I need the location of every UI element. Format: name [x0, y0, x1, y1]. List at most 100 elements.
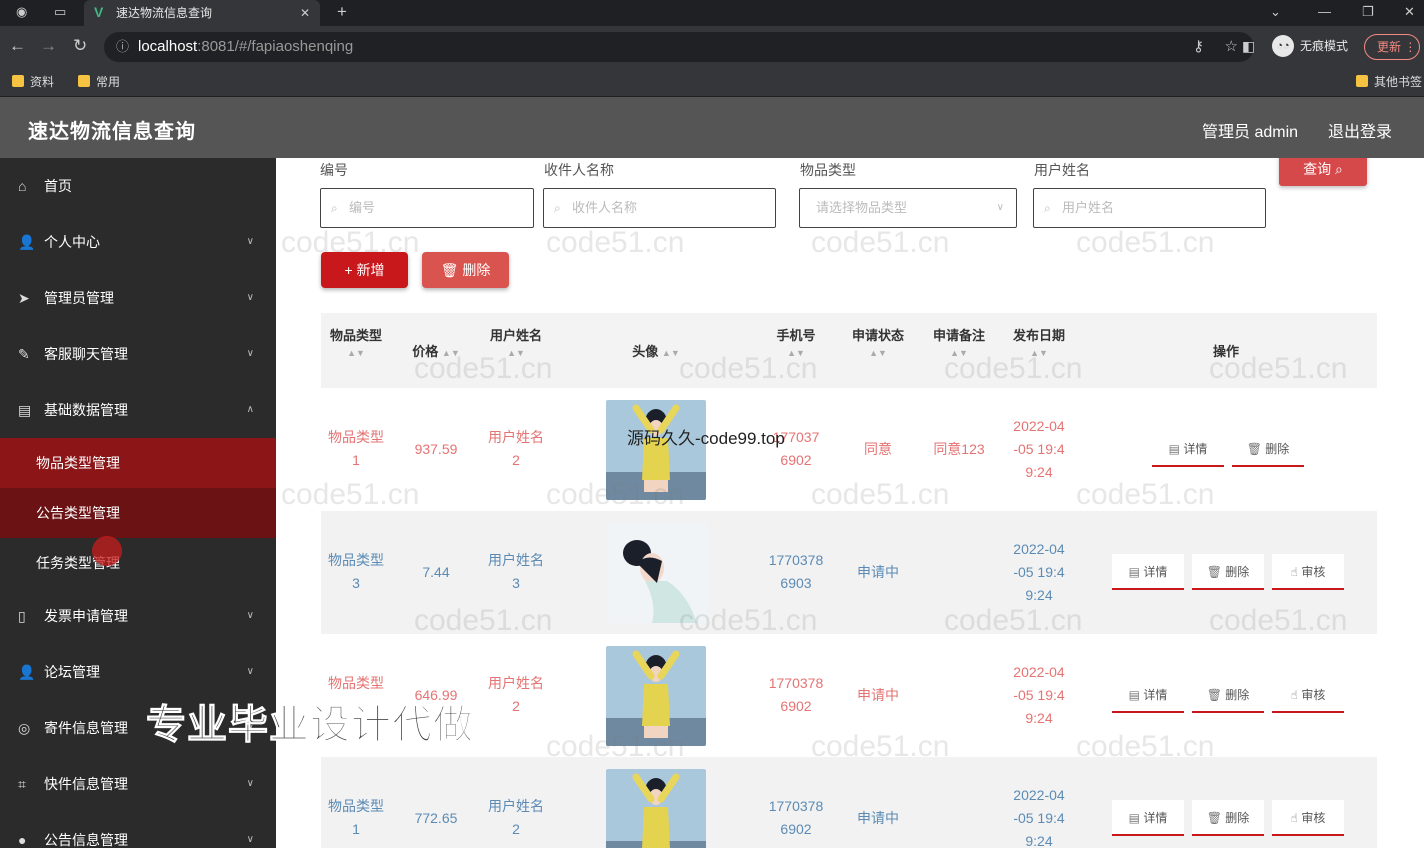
trash-icon: 🗑	[1206, 811, 1222, 825]
review-button[interactable]: ☝ 审核	[1272, 800, 1344, 836]
incognito-icon: ◔◔	[1272, 35, 1294, 57]
sidepanel-icon[interactable]: ◧	[1242, 38, 1255, 55]
close-window-icon[interactable]: ✕	[1404, 4, 1415, 20]
window-icon[interactable]: ▭	[54, 4, 66, 20]
col-remark[interactable]: 申请备注 ▲▼	[924, 325, 994, 359]
sidebar-item-label: 基础数据管理	[44, 402, 128, 418]
browser-tab[interactable]: V 速达物流信息查询 ✕	[84, 0, 320, 26]
sidebar-item-home[interactable]: ⌂ 首页	[0, 158, 276, 214]
home-icon: ⌂	[18, 178, 27, 194]
username-input[interactable]: ⌕ 用户姓名	[1033, 188, 1266, 228]
sidebar-item-invoice[interactable]: ▯ 发票申请管理 ∨	[0, 588, 276, 644]
id-input[interactable]: ⌕ 编号	[320, 188, 534, 228]
back-icon[interactable]: ←	[9, 36, 26, 56]
col-avatar[interactable]: 头像 ▲▼	[621, 341, 691, 360]
table-row: 物品类型 3 7.44 用户姓名 3 1770378 6903 申请中 2022-04 -05 …	[321, 511, 1377, 634]
search-icon: ⌕	[331, 201, 338, 215]
incognito-indicator[interactable]: ◔◔ 无痕模式	[1272, 35, 1348, 57]
star-icon[interactable]: ☆	[1225, 32, 1238, 62]
url-input[interactable]: ⓘ localhost:8081/#/fapiaoshenqing ⚷ ☆	[104, 32, 1254, 62]
sidebar-item-label: 个人中心	[44, 234, 100, 250]
op-label: 详情	[1143, 565, 1168, 579]
key-icon[interactable]: ⚷	[1193, 32, 1204, 62]
sidebar-item-notice[interactable]: ● 公告信息管理 ∨	[0, 812, 276, 868]
detail-button[interactable]: ▤ 详情	[1152, 431, 1224, 467]
cell-date: 2022-04 -05 19:4 9:24	[1013, 418, 1065, 480]
user-icon: 👤	[18, 664, 36, 680]
sidebar-subitem-task-type[interactable]: 任务类型管理	[0, 538, 276, 588]
pin-icon: ●	[18, 832, 27, 848]
delete-button[interactable]: 🗑 删除	[422, 252, 509, 288]
cell-phone: 1770378 6902	[768, 798, 824, 837]
cell-username: 用户姓名 3	[488, 552, 544, 591]
col-operations: 操作	[1212, 344, 1239, 359]
sort-icon: ▲▼	[507, 348, 525, 358]
col-status[interactable]: 申请状态 ▲▼	[843, 325, 913, 359]
bookmark-folder-1[interactable]: 常用	[78, 75, 120, 89]
review-button[interactable]: ☝ 审核	[1272, 554, 1344, 590]
op-label: 删除	[1225, 565, 1250, 579]
sidebar-item-personal[interactable]: 👤 个人中心 ∨	[0, 214, 276, 270]
query-button[interactable]: 查询 ⌕	[1279, 158, 1367, 186]
info-icon[interactable]: ⓘ	[116, 32, 129, 62]
other-bookmarks[interactable]: 其他书签	[1356, 75, 1422, 89]
globe-icon[interactable]: ◉	[16, 4, 27, 20]
update-button[interactable]: 更新 ⋮	[1364, 34, 1420, 60]
col-date[interactable]: 发布日期 ▲▼	[1004, 325, 1074, 359]
row-delete-button[interactable]: 🗑 删除	[1192, 800, 1264, 836]
detail-button[interactable]: ▤ 详情	[1112, 677, 1184, 713]
logout-button[interactable]: 退出登录	[1328, 118, 1392, 142]
avatar	[607, 523, 707, 623]
detail-icon: ▤	[1128, 688, 1140, 702]
trash-icon: 🗑	[1246, 442, 1262, 456]
op-label: 审核	[1301, 811, 1326, 825]
col-goods-type[interactable]: 物品类型 ▲▼	[326, 325, 386, 359]
cell-username: 用户姓名 2	[488, 675, 544, 714]
sidebar-subitem-goods-type[interactable]: 物品类型管理	[0, 438, 276, 488]
goods-type-select[interactable]: 请选择物品类型 ∨	[799, 188, 1017, 228]
overlay-watermark-text: 源码久久-code99.top	[627, 429, 785, 448]
sidebar-item-express[interactable]: ⌗ 快件信息管理 ∨	[0, 756, 276, 812]
add-button[interactable]: + 新增	[321, 252, 408, 288]
app-header: 速达物流信息查询 管理员 admin 退出登录	[0, 97, 1424, 158]
sort-icon: ▲▼	[787, 348, 805, 358]
tab-close-icon[interactable]: ✕	[300, 0, 310, 26]
detail-icon: ▤	[1128, 565, 1140, 579]
sidebar-item-label: 首页	[44, 178, 72, 194]
watermark: code51.cn	[546, 226, 685, 259]
cell-price: 772.65	[414, 810, 458, 826]
detail-button[interactable]: ▤ 详情	[1112, 800, 1184, 836]
bookmark-folder-0[interactable]: 资料	[12, 75, 54, 89]
cell-status: 申请中	[857, 564, 899, 580]
chevron-down-icon: ∨	[996, 202, 1004, 213]
reload-icon[interactable]: ↻	[73, 36, 87, 56]
recipient-input[interactable]: ⌕ 收件人名称	[543, 188, 776, 228]
username-placeholder: 用户姓名	[1062, 200, 1115, 215]
new-tab-button[interactable]: +	[337, 2, 347, 22]
review-button[interactable]: ☝ 审核	[1272, 677, 1344, 713]
sidebar-item-basic-data[interactable]: ▤ 基础数据管理 ∧	[0, 382, 276, 438]
col-phone[interactable]: 手机号 ▲▼	[766, 325, 826, 359]
avatar	[606, 400, 706, 500]
sidebar-item-chat[interactable]: ✎ 客服聊天管理 ∨	[0, 326, 276, 382]
op-label: 删除	[1225, 811, 1250, 825]
filter-label-recipient: 收件人名称	[544, 162, 614, 178]
col-username[interactable]: 用户姓名 ▲▼	[481, 325, 551, 359]
chevron-down-icon[interactable]: ⌄	[1270, 4, 1281, 20]
url-path: :8081/#/fapiaoshenqing	[197, 38, 354, 55]
col-price[interactable]: 价格 ▲▼	[401, 341, 471, 360]
restore-icon[interactable]: ❐	[1362, 4, 1374, 20]
row-delete-button[interactable]: 🗑 删除	[1232, 431, 1304, 467]
forward-icon[interactable]: →	[40, 36, 57, 56]
minimize-icon[interactable]: —	[1318, 4, 1331, 19]
row-delete-button[interactable]: 🗑 删除	[1192, 554, 1264, 590]
cell-goods-type: 物品类型 1	[328, 429, 384, 468]
mouse-cursor-indicator	[92, 536, 122, 566]
detail-button[interactable]: ▤ 详情	[1112, 554, 1184, 590]
sidebar-subitem-notice-type[interactable]: 公告类型管理	[0, 488, 276, 538]
chevron-down-icon: ∨	[246, 834, 254, 845]
avatar	[606, 769, 706, 848]
sidebar-item-admins[interactable]: ➤ 管理员管理 ∨	[0, 270, 276, 326]
sort-icon: ▲▼	[1030, 348, 1048, 358]
row-delete-button[interactable]: 🗑 删除	[1192, 677, 1264, 713]
